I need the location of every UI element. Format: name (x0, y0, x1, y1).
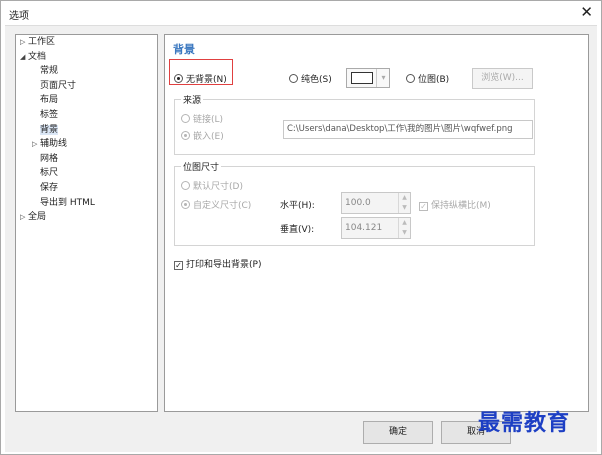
tree-item[interactable]: 网格 (32, 154, 58, 165)
solid-color-label: 纯色(S) (301, 75, 332, 85)
dialog-body: ▷ 工作区 ◢ 文档 常规 页面尺寸 布局 标签 背景 ▷ 辅助线 网格 标尺 保存 导出到 HTML ▷ 全局… (5, 25, 597, 452)
print-export-option[interactable]: ✓ 打印和导出背景(P) (174, 257, 261, 270)
source-group: 来源 链接(L) 嵌入(E) C:\Users\dana\Desktop\工作\… (174, 93, 535, 155)
tree-item-label: 工作区 (28, 37, 56, 47)
link-label: 链接(L) (193, 115, 224, 125)
expand-arrow-icon[interactable]: ▷ (32, 139, 40, 150)
tree-item-label: 标尺 (40, 168, 59, 179)
expand-arrow-icon[interactable]: ▷ (20, 37, 28, 48)
vertical-label: 垂直(V): (280, 225, 315, 235)
embed-radio[interactable] (181, 131, 190, 140)
embed-option[interactable]: 嵌入(E) (181, 129, 224, 142)
solid-color-radio[interactable] (289, 74, 298, 83)
bitmap-size-group-label: 位图尺寸 (181, 160, 222, 173)
source-group-label: 来源 (181, 93, 204, 106)
tree-item[interactable]: 标签 (32, 110, 58, 121)
tree-item[interactable]: ▷ 全局 (20, 212, 46, 223)
default-size-label: 默认尺寸(D) (193, 182, 243, 192)
background-panel: 背景 无背景(N) 纯色(S) ▾ 位图(B) 浏览(W)... 来源 链接(L… (164, 34, 589, 412)
bitmap-label: 位图(B) (418, 75, 450, 85)
tree-item[interactable]: 页面尺寸 (32, 81, 76, 92)
close-icon[interactable]: ✕ (580, 3, 593, 21)
horizontal-stepper[interactable]: 100.0 ▲ ▼ (341, 192, 411, 214)
tree-item-label: 背景 (40, 124, 59, 135)
tree-item[interactable]: 保存 (32, 183, 58, 194)
bitmap-size-group: 位图尺寸 默认尺寸(D) 自定义尺寸(C) 水平(H): 100.0 ▲ ▼ ✓ 保… (174, 160, 535, 246)
tree-item-label: 页面尺寸 (40, 80, 77, 91)
keep-ratio-checkbox[interactable]: ✓ (419, 202, 428, 211)
tree-item[interactable]: 常规 (32, 66, 58, 77)
keep-ratio-label: 保持纵横比(M) (431, 201, 491, 211)
tree-item[interactable]: 标尺 (32, 168, 58, 179)
custom-size-radio[interactable] (181, 200, 190, 209)
tree-item-label: 网格 (40, 153, 59, 164)
default-size-option[interactable]: 默认尺寸(D) (181, 179, 243, 192)
no-background-option[interactable]: 无背景(N) (174, 72, 227, 85)
expand-arrow-icon[interactable]: ◢ (20, 52, 28, 63)
keep-ratio-option[interactable]: ✓ 保持纵横比(M) (419, 198, 491, 211)
link-radio[interactable] (181, 114, 190, 123)
tree-item[interactable]: 导出到 HTML (32, 198, 95, 209)
print-export-checkbox[interactable]: ✓ (174, 261, 183, 270)
browse-button[interactable]: 浏览(W)... (472, 68, 533, 89)
window-title: 选项 (9, 11, 29, 22)
tree-item-label: 常规 (40, 66, 59, 77)
ok-button[interactable]: 确定 (363, 421, 433, 444)
custom-size-option[interactable]: 自定义尺寸(C) (181, 198, 251, 211)
tree-item[interactable]: 背景 (32, 124, 59, 136)
page-title: 背景 (173, 43, 195, 56)
color-picker-button[interactable]: ▾ (346, 68, 390, 88)
embed-label: 嵌入(E) (193, 132, 224, 142)
vertical-value: 104.121 (345, 223, 383, 233)
tree-item-label: 布局 (40, 95, 59, 106)
tree-item-label: 全局 (28, 212, 47, 223)
stepper-arrows-icon[interactable]: ▲ ▼ (398, 193, 410, 213)
tree-item[interactable]: 布局 (32, 95, 58, 106)
horizontal-value: 100.0 (345, 198, 371, 208)
custom-size-label: 自定义尺寸(C) (193, 201, 252, 211)
vertical-stepper[interactable]: 104.121 ▲ ▼ (341, 217, 411, 239)
watermark-logo: 最需教育 (478, 410, 571, 436)
solid-color-option[interactable]: 纯色(S) (289, 72, 332, 85)
color-swatch (351, 72, 373, 84)
tree-item-label: 导出到 HTML (40, 197, 95, 208)
default-size-radio[interactable] (181, 181, 190, 190)
options-tree: ▷ 工作区 ◢ 文档 常规 页面尺寸 布局 标签 背景 ▷ 辅助线 网格 标尺 保存 导出到 HTML ▷ 全局 (15, 34, 158, 412)
tree-item-label: 辅助线 (40, 139, 68, 150)
tree-item-label: 文档 (28, 51, 47, 62)
no-background-radio[interactable] (174, 74, 183, 83)
tree-item-label: 保存 (40, 183, 59, 193)
bitmap-option[interactable]: 位图(B) (406, 72, 449, 85)
stepper-arrows-icon[interactable]: ▲ ▼ (398, 218, 410, 238)
title-bar: 选项 ✕ (1, 1, 601, 25)
options-dialog: 选项 ✕ ▷ 工作区 ◢ 文档 常规 页面尺寸 布局 标签 背景 ▷ 辅助线 网格 标尺 保存 导出到 HT… (0, 0, 602, 455)
bitmap-radio[interactable] (406, 74, 415, 83)
tree-item-label: 标签 (40, 110, 59, 120)
horizontal-label: 水平(H): (280, 201, 315, 211)
chevron-down-icon[interactable]: ▾ (376, 69, 390, 87)
tree-item[interactable]: ◢ 文档 (20, 52, 46, 63)
no-background-label: 无背景(N) (186, 75, 227, 85)
link-option[interactable]: 链接(L) (181, 112, 223, 125)
tree-item[interactable]: ▷ 工作区 (20, 37, 55, 48)
expand-arrow-icon[interactable]: ▷ (20, 212, 28, 223)
print-export-label: 打印和导出背景(P) (186, 260, 262, 270)
file-path-field[interactable]: C:\Users\dana\Desktop\工作\我的图片\图片\wqfwef.… (283, 120, 533, 139)
tree-item[interactable]: ▷ 辅助线 (32, 139, 67, 150)
